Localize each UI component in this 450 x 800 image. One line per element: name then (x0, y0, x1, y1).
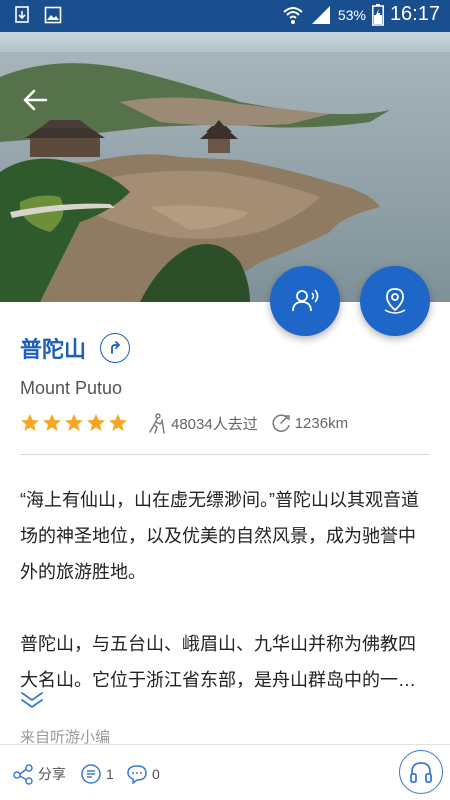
share-button[interactable]: 分享 (12, 763, 66, 785)
battery-percent: 53% (337, 6, 366, 23)
divider (20, 454, 430, 455)
bottom-bar: 分享 1 0 (0, 744, 450, 800)
audio-player-button[interactable] (399, 750, 443, 794)
star-icon (87, 414, 105, 431)
comment-list-icon (81, 764, 101, 784)
image-notification-icon (44, 6, 62, 24)
signal-icon (311, 5, 330, 24)
star-icon (65, 414, 83, 431)
wifi-icon (283, 6, 303, 24)
clock: 16:17 (389, 3, 440, 25)
comment-count: 1 (106, 766, 114, 782)
map-pin-icon (384, 288, 406, 314)
title-row: 普陀山 (20, 332, 131, 364)
distance-gauge-icon (272, 414, 290, 432)
description-paragraph-2: 普陀山，与五台山、峨眉山、九华山并称为佛教四大名山。它位于浙江省东部，是舟山群岛… (20, 634, 416, 690)
visitor-count: 48034人去过 (146, 412, 258, 434)
map-location-button[interactable] (360, 266, 430, 336)
star-icon (109, 414, 127, 431)
place-english-name: Mount Putuo (20, 378, 123, 398)
hiker-icon (149, 413, 165, 434)
battery-icon (371, 3, 384, 26)
message-count: 0 (152, 766, 160, 782)
back-arrow-icon (23, 89, 48, 111)
back-button[interactable] (18, 82, 54, 118)
headphones-icon (410, 762, 432, 783)
distance-text: 1236km (294, 414, 349, 432)
audio-guide-button[interactable] (270, 266, 340, 336)
star-icon (43, 414, 61, 431)
star-icon (21, 414, 39, 431)
chat-bubble-icon (127, 765, 147, 785)
messages-button[interactable]: 0 (126, 763, 160, 785)
double-chevron-down-icon (21, 692, 43, 708)
place-title: 普陀山 (20, 337, 87, 362)
distance: 1236km (270, 412, 348, 434)
status-bar: 53% 16:17 (0, 0, 450, 32)
visitor-count-text: 48034人去过 (171, 415, 258, 433)
coastal-landscape-photo (0, 32, 450, 302)
audio-guide-icon (292, 289, 319, 312)
rating-stars (20, 413, 128, 433)
comments-button[interactable]: 1 (80, 763, 114, 785)
meta-row: 48034人去过 1236km (20, 410, 360, 436)
download-notification-icon (15, 6, 29, 23)
turn-right-arrow-icon (111, 341, 120, 354)
description: “海上有仙山，山在虚无缥渺间。”普陀山以其观音道场的神圣地位，以及优美的自然风景… (20, 482, 432, 698)
description-paragraph-1: “海上有仙山，山在虚无缥渺间。”普陀山以其观音道场的神圣地位，以及优美的自然风景… (20, 490, 419, 582)
hero-image (0, 32, 450, 302)
share-icon (13, 764, 33, 785)
share-label: 分享 (38, 766, 66, 782)
expand-button[interactable] (20, 690, 44, 710)
navigate-button[interactable] (100, 333, 131, 363)
